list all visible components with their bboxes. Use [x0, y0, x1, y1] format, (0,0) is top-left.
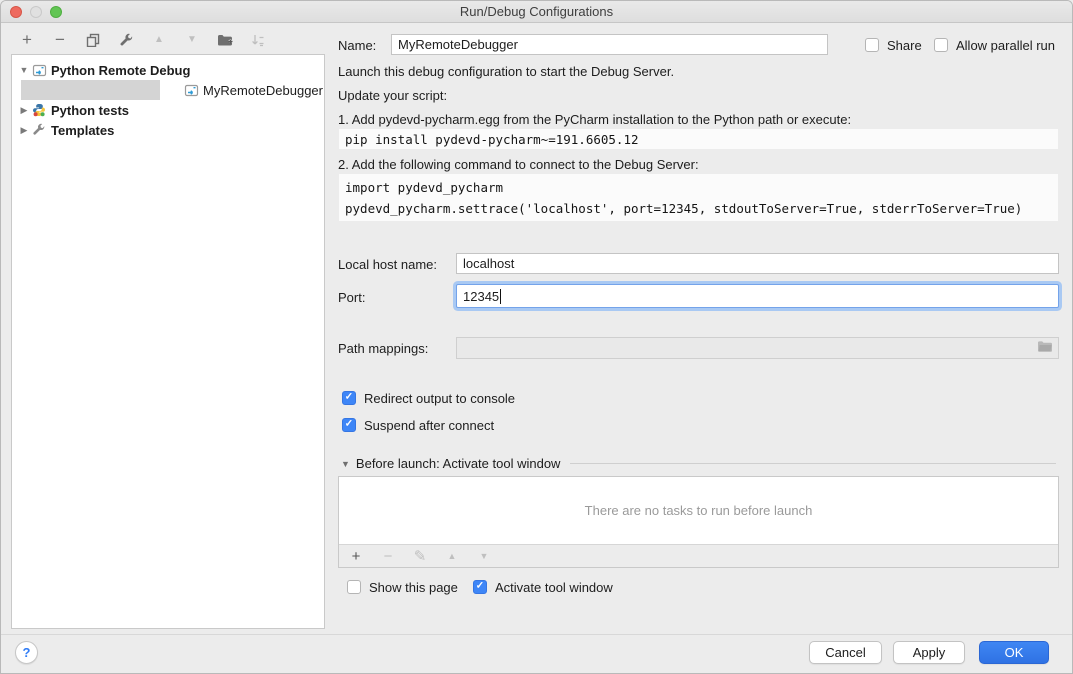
remove-task-icon: −: [381, 548, 395, 565]
step-1-text: 1. Add pydevd-pycharm.egg from the PyCha…: [338, 112, 851, 127]
redirect-output-row: ✓ Redirect output to console: [342, 390, 515, 406]
local-host-name-label: Local host name:: [338, 257, 437, 272]
tree-item-label: Templates: [51, 123, 114, 138]
name-label: Name:: [338, 38, 376, 53]
allow-parallel-run-checkbox-row: Allow parallel run: [934, 37, 1055, 53]
name-input[interactable]: [391, 34, 828, 55]
code-line-1: import pydevd_pycharm: [345, 180, 503, 195]
activate-tool-window-checkbox[interactable]: ✓: [473, 580, 487, 594]
allow-parallel-run-checkbox[interactable]: [934, 38, 948, 52]
redirect-output-checkbox[interactable]: ✓: [342, 391, 356, 405]
port-input[interactable]: 12345: [456, 284, 1059, 308]
run-configuration-icon: [31, 62, 47, 78]
footer-divider: [1, 634, 1072, 635]
check-icon: ✓: [476, 580, 484, 594]
wrench-icon: [31, 122, 47, 138]
tree-item-label: MyRemoteDebugger: [203, 83, 323, 98]
tree-item-templates[interactable]: ▶ Templates: [13, 120, 323, 140]
path-mappings-label: Path mappings:: [338, 341, 428, 356]
suspend-after-connect-row: ✓ Suspend after connect: [342, 417, 494, 433]
tree-item-myremotedebugger[interactable]: MyRemoteDebugger: [13, 80, 323, 100]
path-mappings-input[interactable]: [456, 337, 1059, 359]
window-title: Run/Debug Configurations: [1, 4, 1072, 19]
ok-button[interactable]: OK: [979, 641, 1049, 664]
show-this-page-row: Show this page: [347, 579, 458, 595]
chevron-right-icon[interactable]: ▶: [19, 125, 29, 136]
activate-tool-window-row: ✓ Activate tool window: [473, 579, 613, 595]
edit-defaults-icon[interactable]: [118, 32, 134, 48]
suspend-after-connect-checkbox[interactable]: ✓: [342, 418, 356, 432]
redirect-output-label: Redirect output to console: [364, 391, 515, 406]
intro-line-1: Launch this debug configuration to start…: [338, 64, 674, 79]
tasks-toolbar: + − ✎ ▲ ▼: [339, 544, 1058, 567]
selection-highlight: [21, 80, 160, 100]
show-this-page-label: Show this page: [369, 580, 458, 595]
text-cursor: [500, 289, 501, 304]
add-task-icon[interactable]: +: [349, 548, 363, 565]
run-debug-configurations-dialog: Run/Debug Configurations + − ▲ ▼ ▼ Pytho…: [0, 0, 1073, 674]
browse-folder-icon[interactable]: [1037, 340, 1053, 356]
move-down-icon: ▼: [184, 32, 200, 48]
activate-tool-window-label: Activate tool window: [495, 580, 613, 595]
copy-configuration-icon[interactable]: [85, 32, 101, 48]
check-icon: ✓: [345, 418, 353, 432]
show-this-page-checkbox[interactable]: [347, 580, 361, 594]
ok-button-label: OK: [1005, 645, 1024, 660]
port-label: Port:: [338, 290, 365, 305]
share-label: Share: [887, 38, 922, 53]
local-host-name-input[interactable]: [456, 253, 1059, 274]
before-launch-tasks-panel: There are no tasks to run before launch …: [338, 476, 1059, 568]
pip-install-command[interactable]: pip install pydevd-pycharm~=191.6605.12: [338, 128, 1059, 150]
chevron-down-icon[interactable]: ▼: [341, 459, 350, 469]
intro-line-2: Update your script:: [338, 88, 447, 103]
step-2-text: 2. Add the following command to connect …: [338, 157, 699, 172]
run-configuration-icon: [183, 82, 199, 98]
title-bar: Run/Debug Configurations: [1, 1, 1072, 23]
suspend-after-connect-label: Suspend after connect: [364, 418, 494, 433]
cancel-button-label: Cancel: [825, 645, 865, 660]
configurations-tree: ▼ Python Remote Debug MyRemoteDebugger ▶…: [11, 54, 325, 629]
port-value: 12345: [463, 289, 499, 304]
help-button[interactable]: ?: [15, 641, 38, 664]
cancel-button[interactable]: Cancel: [809, 641, 882, 664]
move-up-icon: ▲: [151, 32, 167, 48]
code-line-2: pydevd_pycharm.settrace('localhost', por…: [345, 201, 1022, 216]
move-task-up-icon: ▲: [445, 551, 459, 561]
configurations-toolbar: + − ▲ ▼: [19, 30, 266, 50]
tree-item-python-tests[interactable]: ▶ Python tests: [13, 100, 323, 120]
before-launch-label: Before launch: Activate tool window: [356, 456, 561, 471]
python-tests-icon: [31, 102, 47, 118]
new-folder-icon[interactable]: [217, 32, 233, 48]
tree-item-python-remote-debug[interactable]: ▼ Python Remote Debug: [13, 60, 323, 80]
chevron-right-icon[interactable]: ▶: [19, 105, 29, 116]
no-tasks-message: There are no tasks to run before launch: [339, 477, 1058, 544]
tree-item-label: Python Remote Debug: [51, 63, 190, 78]
add-configuration-icon[interactable]: +: [19, 32, 35, 48]
edit-task-icon: ✎: [413, 547, 427, 565]
remove-configuration-icon[interactable]: −: [52, 32, 68, 48]
before-launch-section-header[interactable]: ▼ Before launch: Activate tool window: [341, 456, 1056, 471]
share-checkbox[interactable]: [865, 38, 879, 52]
tree-item-label: Python tests: [51, 103, 129, 118]
apply-button[interactable]: Apply: [893, 641, 965, 664]
move-task-down-icon: ▼: [477, 551, 491, 561]
help-icon: ?: [23, 645, 31, 660]
share-checkbox-row: Share: [865, 37, 922, 53]
apply-button-label: Apply: [913, 645, 946, 660]
allow-parallel-run-label: Allow parallel run: [956, 38, 1055, 53]
section-divider: [570, 463, 1056, 464]
settrace-code-block[interactable]: import pydevd_pycharm pydevd_pycharm.sett…: [338, 173, 1059, 222]
chevron-down-icon[interactable]: ▼: [19, 65, 29, 75]
check-icon: ✓: [345, 391, 353, 405]
sort-alphabetically-icon: [250, 32, 266, 48]
